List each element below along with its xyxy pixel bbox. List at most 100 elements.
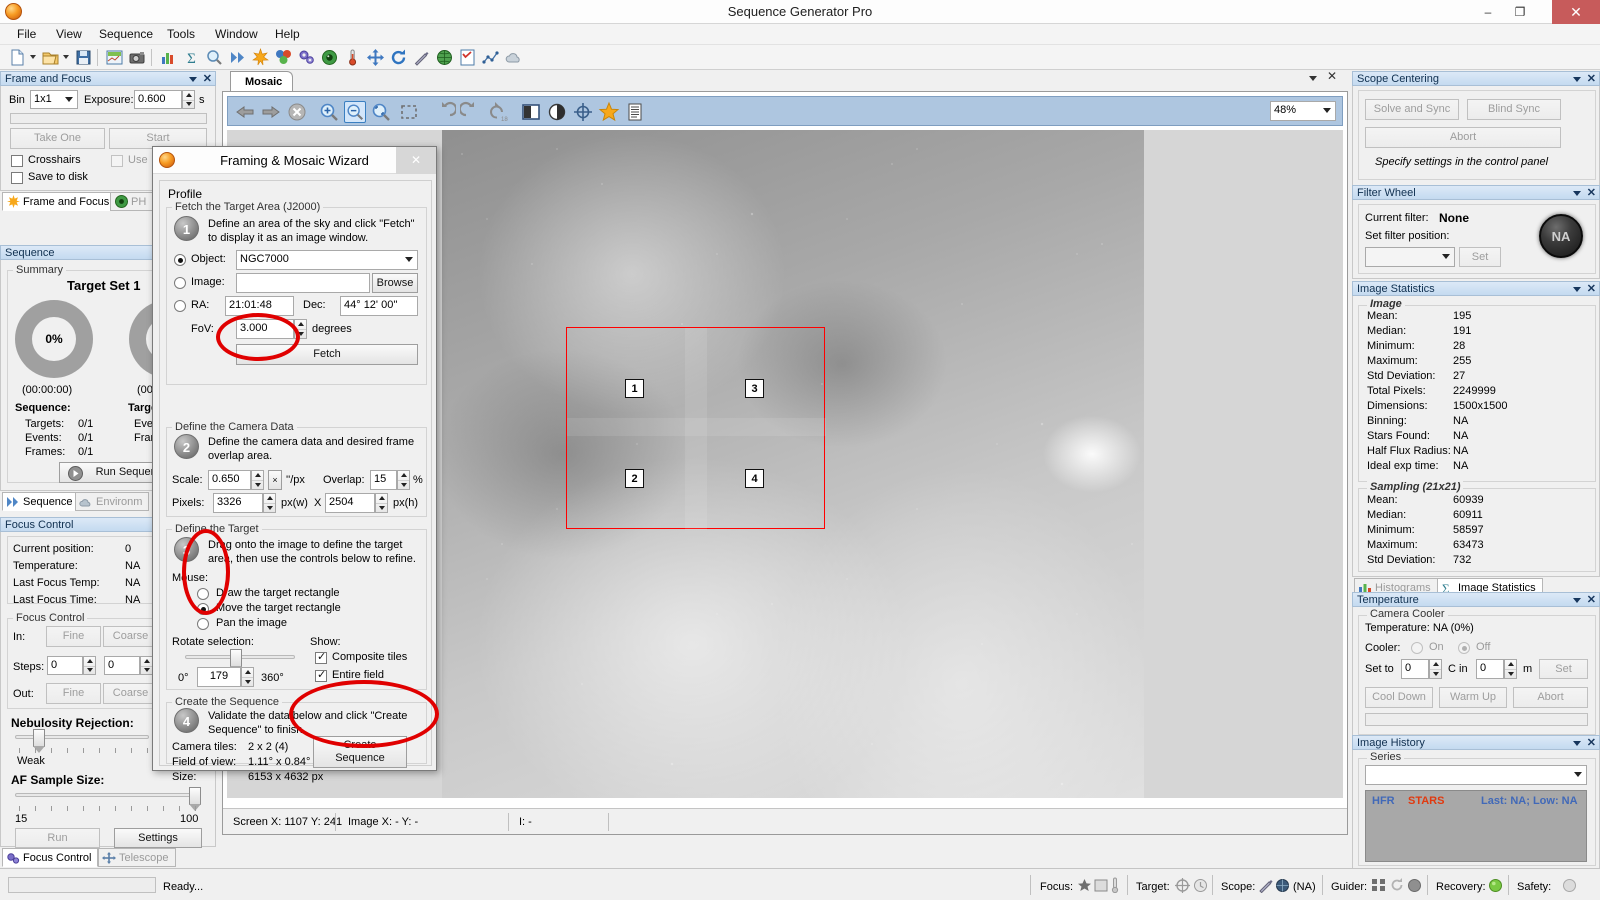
forward-arrow-icon[interactable]: [260, 101, 282, 123]
cool-down-button[interactable]: Cool Down: [1365, 687, 1433, 708]
focus-settings-button[interactable]: Settings: [114, 828, 202, 848]
contrast-icon[interactable]: [546, 101, 568, 123]
blind-sync-button[interactable]: Blind Sync: [1467, 99, 1561, 120]
histogram-icon[interactable]: [159, 48, 178, 67]
back-arrow-icon[interactable]: [234, 101, 256, 123]
c-in-input[interactable]: 0: [1476, 659, 1504, 679]
new-file-dropdown-icon[interactable]: [30, 55, 36, 59]
search-zoom-icon[interactable]: [205, 48, 224, 67]
pixels-width-input[interactable]: 3326: [213, 493, 263, 513]
mdi-close-icon[interactable]: ✕: [1327, 69, 1337, 83]
history-graph-area[interactable]: HFR STARS Last: NA; Low: NA: [1365, 790, 1587, 862]
close-icon[interactable]: ✕: [1587, 186, 1596, 201]
zoom-in-icon[interactable]: [318, 101, 340, 123]
chevron-down-icon[interactable]: [1573, 598, 1581, 603]
scale-calc-button[interactable]: ×: [268, 470, 282, 490]
eye-target-icon[interactable]: [320, 48, 339, 67]
scale-spinner[interactable]: [251, 470, 264, 490]
rotate-right-icon[interactable]: [458, 101, 482, 123]
close-icon[interactable]: ✕: [1587, 72, 1596, 87]
scale-input[interactable]: 0.650: [208, 470, 251, 490]
filter-set-button[interactable]: Set: [1459, 247, 1501, 267]
tab-ph[interactable]: PH: [110, 192, 154, 211]
cloud-icon[interactable]: [504, 48, 523, 67]
selection-rectangle-icon[interactable]: [398, 101, 420, 123]
series-select[interactable]: [1365, 765, 1587, 785]
tab-frame-and-focus[interactable]: Frame and Focus: [2, 192, 117, 211]
fits-header-icon[interactable]: [624, 101, 646, 123]
pixels-width-spinner[interactable]: [263, 493, 276, 513]
ra-dec-radio[interactable]: [174, 300, 186, 312]
chevron-down-icon[interactable]: [1573, 77, 1581, 82]
minimize-button[interactable]: –: [1472, 0, 1504, 24]
move-rect-radio[interactable]: [197, 603, 209, 615]
af-sample-slider-thumb[interactable]: [189, 787, 201, 811]
in-coarse-button[interactable]: Coarse: [103, 626, 158, 647]
new-file-icon[interactable]: [8, 48, 27, 67]
color-balloons-icon[interactable]: [274, 48, 293, 67]
chevron-down-icon[interactable]: [1573, 191, 1581, 196]
abort-button[interactable]: Abort: [1365, 127, 1561, 148]
composite-tiles-checkbox[interactable]: [315, 650, 327, 664]
wand-icon[interactable]: [412, 48, 431, 67]
pixels-height-input[interactable]: 2504: [325, 493, 375, 513]
image-path-input[interactable]: [236, 273, 370, 293]
rotate-left-icon[interactable]: [434, 101, 458, 123]
levels-icon[interactable]: [520, 101, 542, 123]
sequence-editor-icon[interactable]: [105, 48, 124, 67]
scatter-graph-icon[interactable]: [481, 48, 500, 67]
fov-spinner[interactable]: [294, 319, 307, 339]
crosshair-target-icon[interactable]: [572, 101, 594, 123]
tab-mosaic[interactable]: Mosaic: [230, 71, 294, 92]
zoom-out-icon[interactable]: [344, 101, 366, 123]
cooler-off-radio[interactable]: [1458, 642, 1470, 654]
cooler-on-radio[interactable]: [1411, 642, 1423, 654]
steps-input-1[interactable]: 0: [47, 656, 83, 675]
close-icon[interactable]: ✕: [1587, 736, 1596, 751]
set-to-input[interactable]: 0: [1401, 659, 1429, 679]
overlap-input[interactable]: 15: [370, 470, 397, 490]
out-coarse-button[interactable]: Coarse: [103, 683, 158, 704]
camera-icon[interactable]: [128, 48, 147, 67]
temperature-set-button[interactable]: Set: [1539, 659, 1588, 679]
filter-position-select[interactable]: [1365, 247, 1455, 267]
mdi-dropdown-icon[interactable]: [1309, 76, 1317, 81]
menu-view[interactable]: View: [47, 24, 91, 45]
c-in-spinner[interactable]: [1504, 659, 1517, 679]
bin-select[interactable]: 1x1: [30, 90, 78, 109]
open-folder-icon[interactable]: [41, 48, 60, 67]
rotate-slider-thumb[interactable]: [230, 649, 242, 673]
pan-image-radio[interactable]: [197, 618, 209, 630]
statistics-sigma-icon[interactable]: Σ: [182, 48, 201, 67]
ra-input[interactable]: 21:01:48: [225, 296, 294, 316]
fast-forward-icon[interactable]: [228, 48, 247, 67]
open-folder-dropdown-icon[interactable]: [63, 55, 69, 59]
set-to-spinner[interactable]: [1429, 659, 1442, 679]
chevron-down-icon[interactable]: [189, 77, 197, 82]
use-checkbox[interactable]: [111, 155, 123, 167]
tab-environment[interactable]: Environm: [75, 492, 150, 511]
fov-input[interactable]: 3.000: [236, 319, 294, 339]
tab-sequence[interactable]: Sequence: [2, 492, 80, 511]
exposure-input[interactable]: 0.600: [134, 90, 182, 109]
take-one-button[interactable]: Take One: [10, 128, 105, 149]
globe-target-icon[interactable]: [435, 48, 454, 67]
menu-sequence[interactable]: Sequence: [90, 24, 162, 45]
chevron-down-icon[interactable]: [1573, 741, 1581, 746]
star-burst-icon[interactable]: [251, 48, 270, 67]
out-fine-button[interactable]: Fine: [46, 683, 101, 704]
crosshairs-checkbox[interactable]: [11, 155, 23, 167]
rotate-spinner[interactable]: [241, 667, 254, 687]
thermometer-icon[interactable]: [343, 48, 362, 67]
af-sample-slider-track[interactable]: [15, 793, 197, 797]
focus-run-button[interactable]: Run: [15, 828, 100, 848]
rotate-input[interactable]: 179: [197, 667, 241, 687]
wizard-close-button[interactable]: ✕: [396, 147, 436, 174]
menu-tools[interactable]: Tools: [158, 24, 204, 45]
solve-and-sync-button[interactable]: Solve and Sync: [1365, 99, 1459, 120]
tab-telescope[interactable]: Telescope: [98, 848, 176, 867]
menu-window[interactable]: Window: [206, 24, 267, 45]
nebulosity-slider-thumb[interactable]: [33, 729, 45, 753]
create-sequence-button[interactable]: Create Sequence: [313, 736, 407, 768]
browse-button[interactable]: Browse: [372, 273, 418, 293]
